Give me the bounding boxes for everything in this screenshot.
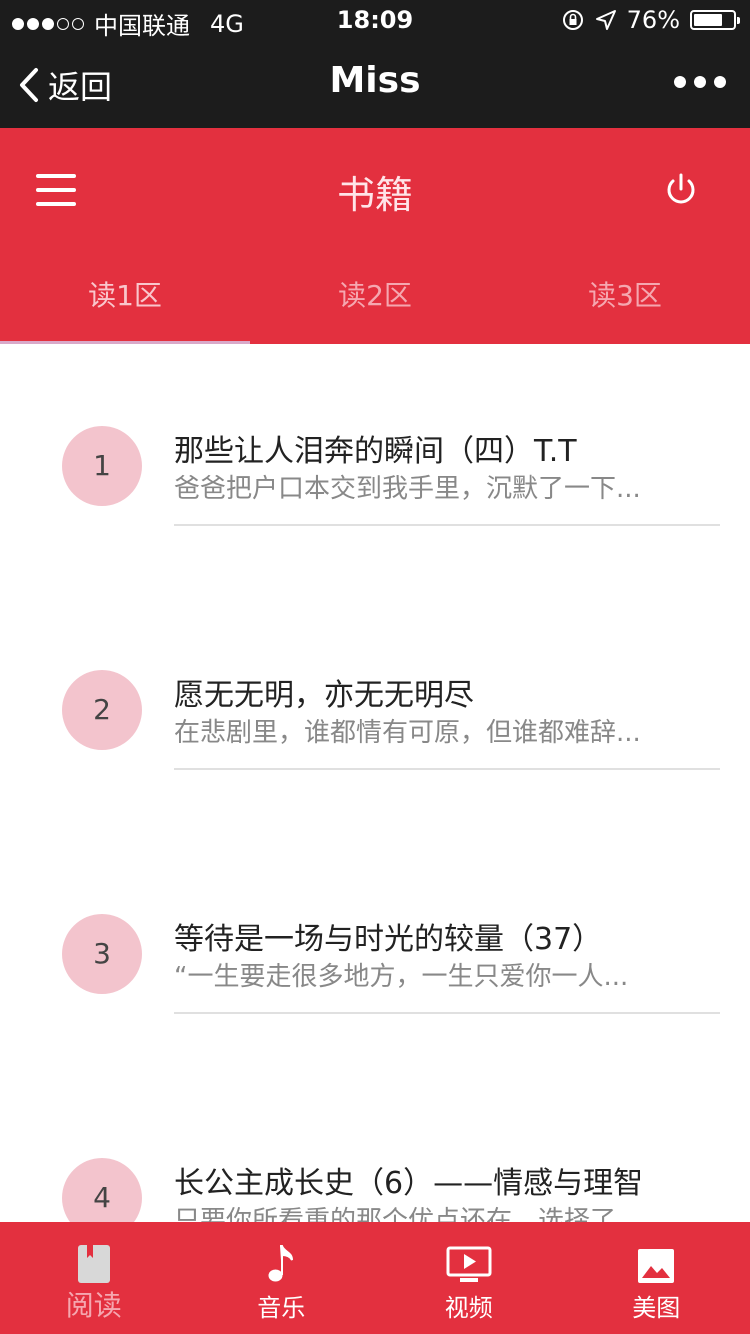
image-icon bbox=[638, 1249, 675, 1283]
list-item[interactable]: 2 愿无无明，亦无无明尽 在悲剧里，谁都情有可原，但谁都难辞... bbox=[0, 670, 750, 870]
item-subtitle: “一生要走很多地方，一生只爱你一人... bbox=[174, 962, 629, 992]
article-list: 1 那些让人泪奔的瞬间（四）T.T 爸爸把户口本交到我手里，沉默了一下... 2… bbox=[0, 344, 750, 1222]
orientation-lock-icon bbox=[562, 10, 583, 30]
item-number-badge: 4 bbox=[62, 1158, 142, 1222]
tab-bar: 读1区 读2区 读3区 bbox=[0, 258, 750, 344]
music-note-icon bbox=[268, 1245, 294, 1282]
status-icons: 76% bbox=[561, 6, 740, 34]
battery-percent: 76% bbox=[626, 6, 680, 34]
nav-bar: 返回 Miss bbox=[0, 40, 750, 128]
book-icon bbox=[77, 1245, 110, 1283]
item-title: 长公主成长史（6）——情感与理智 bbox=[174, 1166, 644, 1201]
battery-icon bbox=[690, 10, 740, 30]
item-title: 那些让人泪奔的瞬间（四）T.T bbox=[174, 434, 577, 469]
bottom-tab-label: 音乐 bbox=[257, 1294, 306, 1322]
list-item[interactable]: 3 等待是一场与时光的较量（37） “一生要走很多地方，一生只爱你一人... bbox=[0, 914, 750, 1114]
divider bbox=[174, 768, 720, 770]
list-item[interactable]: 4 长公主成长史（6）——情感与理智 只要你所看重的那个优点还在，选择了 bbox=[0, 1158, 750, 1222]
divider bbox=[174, 524, 720, 526]
item-subtitle: 在悲剧里，谁都情有可原，但谁都难辞... bbox=[174, 718, 641, 748]
item-subtitle: 只要你所看重的那个优点还在，选择了 bbox=[174, 1206, 617, 1222]
page-title: Miss bbox=[329, 60, 421, 101]
item-number-badge: 1 bbox=[62, 426, 142, 506]
power-icon[interactable] bbox=[664, 172, 698, 212]
item-title: 等待是一场与时光的较量（37） bbox=[174, 922, 603, 957]
list-item[interactable]: 1 那些让人泪奔的瞬间（四）T.T 爸爸把户口本交到我手里，沉默了一下... bbox=[0, 426, 750, 626]
item-number-badge: 3 bbox=[62, 914, 142, 994]
video-play-icon bbox=[446, 1246, 492, 1282]
bottom-tab-gallery[interactable]: 美图 bbox=[563, 1222, 750, 1334]
bottom-tab-label: 阅读 bbox=[65, 1289, 122, 1322]
tab-read-2[interactable]: 读2区 bbox=[250, 258, 500, 344]
location-arrow-icon bbox=[595, 10, 616, 30]
divider bbox=[174, 1012, 720, 1014]
bottom-tab-bar: 阅读 音乐 视频 美图 bbox=[0, 1222, 750, 1334]
status-bar: 中国联通 4G 18:09 76% bbox=[0, 0, 750, 40]
bottom-tab-label: 视频 bbox=[444, 1294, 493, 1322]
bottom-tab-read[interactable]: 阅读 bbox=[0, 1222, 188, 1334]
item-title: 愿无无明，亦无无明尽 bbox=[174, 678, 474, 713]
item-number-badge: 2 bbox=[62, 670, 142, 750]
bottom-tab-label: 美图 bbox=[632, 1294, 681, 1322]
tab-read-3[interactable]: 读3区 bbox=[500, 258, 750, 344]
bottom-tab-video[interactable]: 视频 bbox=[375, 1222, 563, 1334]
bottom-tab-music[interactable]: 音乐 bbox=[188, 1222, 376, 1334]
section-header: 书籍 读1区 读2区 读3区 bbox=[0, 128, 750, 344]
tab-read-1[interactable]: 读1区 bbox=[0, 258, 250, 344]
more-options-icon[interactable] bbox=[674, 76, 726, 88]
section-title: 书籍 bbox=[336, 173, 413, 217]
item-subtitle: 爸爸把户口本交到我手里，沉默了一下... bbox=[174, 474, 641, 504]
